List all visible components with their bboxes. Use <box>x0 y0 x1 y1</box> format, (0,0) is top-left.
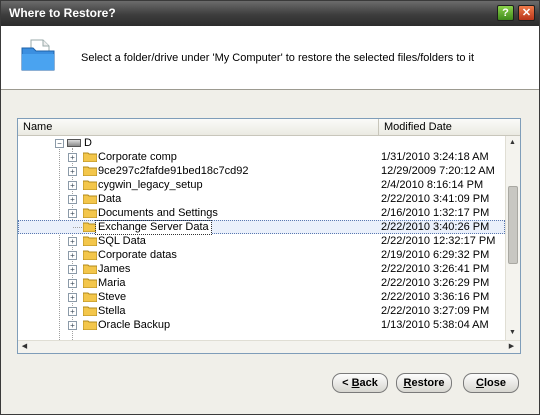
tree-rows: − D + Corporate comp 1/31/2010 3:24:18 A… <box>18 136 505 340</box>
tree-row[interactable]: + SQL Data 2/22/2010 12:32:17 PM <box>18 234 505 248</box>
folder-icon <box>82 166 98 177</box>
expand-icon[interactable]: + <box>68 153 77 162</box>
folder-name: Corporate datas <box>98 249 177 261</box>
tree-row[interactable]: + Maria 2/22/2010 3:26:29 PM <box>18 276 505 290</box>
title-bar[interactable]: Where to Restore? ? ✕ <box>1 1 539 26</box>
tree-row[interactable]: + Oracle Backup 1/13/2010 5:38:04 AM <box>18 318 505 332</box>
tree-row[interactable]: + Corporate datas 2/19/2010 6:29:32 PM <box>18 248 505 262</box>
folder-icon <box>82 250 98 261</box>
modified-date: 2/22/2010 3:26:41 PM <box>381 263 490 275</box>
folder-icon <box>82 278 98 289</box>
expand-icon[interactable]: + <box>68 181 77 190</box>
back-mnemonic: B <box>351 377 360 389</box>
instruction-text: Select a folder/drive under 'My Computer… <box>81 52 475 64</box>
modified-date: 2/4/2010 8:16:14 PM <box>381 179 484 191</box>
column-name[interactable]: Name <box>18 119 379 135</box>
back-label: ack <box>359 377 378 389</box>
close-button[interactable]: Close <box>463 373 519 393</box>
modified-date: 2/22/2010 3:41:09 PM <box>381 193 490 205</box>
folder-name: Steve <box>98 291 127 303</box>
folder-icon <box>82 222 98 233</box>
modified-date: 2/22/2010 12:32:17 PM <box>381 235 496 247</box>
expand-icon[interactable]: + <box>68 265 77 274</box>
tree-row[interactable]: + 9ce297c2fafde91bed18c7cd92 12/29/2009 … <box>18 164 505 178</box>
scrollbar-thumb[interactable] <box>508 186 518 264</box>
expand-icon[interactable]: + <box>68 251 77 260</box>
scroll-up-icon[interactable]: ▲ <box>506 136 519 149</box>
modified-date: 2/22/2010 3:27:09 PM <box>381 305 490 317</box>
modified-date: 1/13/2010 5:38:04 AM <box>381 319 489 331</box>
folder-icon <box>21 39 55 71</box>
tree-row[interactable]: + Corporate comp 1/31/2010 3:24:18 AM <box>18 150 505 164</box>
tree-row[interactable]: + Steve 2/22/2010 3:36:16 PM <box>18 290 505 304</box>
folder-name: cygwin_legacy_setup <box>98 179 203 191</box>
folder-name: Documents and Settings <box>98 207 218 219</box>
folder-icon <box>82 180 98 191</box>
expand-icon[interactable]: + <box>68 279 77 288</box>
tree-row[interactable]: + Stella 2/22/2010 3:27:09 PM <box>18 304 505 318</box>
tree-row[interactable]: + James 2/22/2010 3:26:41 PM <box>18 262 505 276</box>
vertical-scrollbar[interactable]: ▲ ▼ <box>505 136 520 340</box>
drive-label: D <box>84 137 92 149</box>
folder-icon <box>82 194 98 205</box>
close-mnemonic: C <box>476 377 484 389</box>
modified-date: 2/22/2010 3:36:16 PM <box>381 291 490 303</box>
folder-icon <box>82 292 98 303</box>
scroll-left-icon[interactable]: ◀ <box>18 340 31 353</box>
expand-icon[interactable]: + <box>68 321 77 330</box>
folder-tree[interactable]: Name Modified Date − D + Corporate comp … <box>17 118 521 354</box>
folder-name: Oracle Backup <box>98 319 171 331</box>
folder-name: SQL Data <box>98 235 146 247</box>
restore-label: estore <box>411 377 445 389</box>
collapse-icon[interactable]: − <box>55 139 64 148</box>
tree-row[interactable]: + Data 2/22/2010 3:41:09 PM <box>18 192 505 206</box>
folder-name: Data <box>98 193 122 205</box>
scroll-right-icon[interactable]: ▶ <box>505 340 518 353</box>
horizontal-scrollbar[interactable]: ◀ ▶ <box>18 340 520 353</box>
folder-icon <box>82 264 98 275</box>
dialog-header: Select a folder/drive under 'My Computer… <box>1 26 539 90</box>
question-icon[interactable]: ? <box>497 5 514 21</box>
expand-icon[interactable]: + <box>68 307 77 316</box>
tree-row[interactable]: + Documents and Settings 2/16/2010 1:32:… <box>18 206 505 220</box>
folder-icon <box>82 320 98 331</box>
drive-icon <box>67 139 81 147</box>
folder-icon <box>82 208 98 219</box>
folder-name: Stella <box>98 305 126 317</box>
tree-row-drive[interactable]: − D <box>18 136 505 150</box>
expand-icon[interactable]: + <box>68 167 77 176</box>
tree-row[interactable]: + cygwin_legacy_setup 2/4/2010 8:16:14 P… <box>18 178 505 192</box>
folder-icon <box>82 306 98 317</box>
modified-date: 12/29/2009 7:20:12 AM <box>381 165 495 177</box>
column-header: Name Modified Date <box>18 119 520 136</box>
tree-line <box>73 227 82 228</box>
column-modified-date[interactable]: Modified Date <box>380 119 520 135</box>
tree-row-selected[interactable]: Exchange Server Data 2/22/2010 3:40:26 P… <box>18 220 505 235</box>
restore-button[interactable]: Restore <box>396 373 452 393</box>
expand-icon[interactable]: + <box>68 209 77 218</box>
expand-icon[interactable]: + <box>68 237 77 246</box>
folder-name: Maria <box>98 277 126 289</box>
folder-name: James <box>98 263 131 275</box>
close-label: lose <box>483 377 506 389</box>
modified-date: 2/19/2010 6:29:32 PM <box>381 249 490 261</box>
modified-date: 2/16/2010 1:32:17 PM <box>381 207 490 219</box>
restore-dialog: Where to Restore? ? ✕ Select a folder/dr… <box>0 0 540 415</box>
modified-date: 2/22/2010 3:40:26 PM <box>381 221 490 233</box>
back-button[interactable]: < Back <box>332 373 388 393</box>
scroll-down-icon[interactable]: ▼ <box>506 326 519 339</box>
modified-date: 2/22/2010 3:26:29 PM <box>381 277 490 289</box>
folder-name: 9ce297c2fafde91bed18c7cd92 <box>98 165 249 177</box>
window-title: Where to Restore? <box>9 6 116 20</box>
close-icon[interactable]: ✕ <box>518 5 535 21</box>
modified-date: 1/31/2010 3:24:18 AM <box>381 151 489 163</box>
expand-icon[interactable]: + <box>68 293 77 302</box>
folder-icon <box>82 152 98 163</box>
folder-icon <box>82 236 98 247</box>
folder-name: Corporate comp <box>98 151 177 163</box>
back-prefix: < <box>342 377 352 389</box>
folder-name: Exchange Server Data <box>95 220 212 235</box>
expand-icon[interactable]: + <box>68 195 77 204</box>
